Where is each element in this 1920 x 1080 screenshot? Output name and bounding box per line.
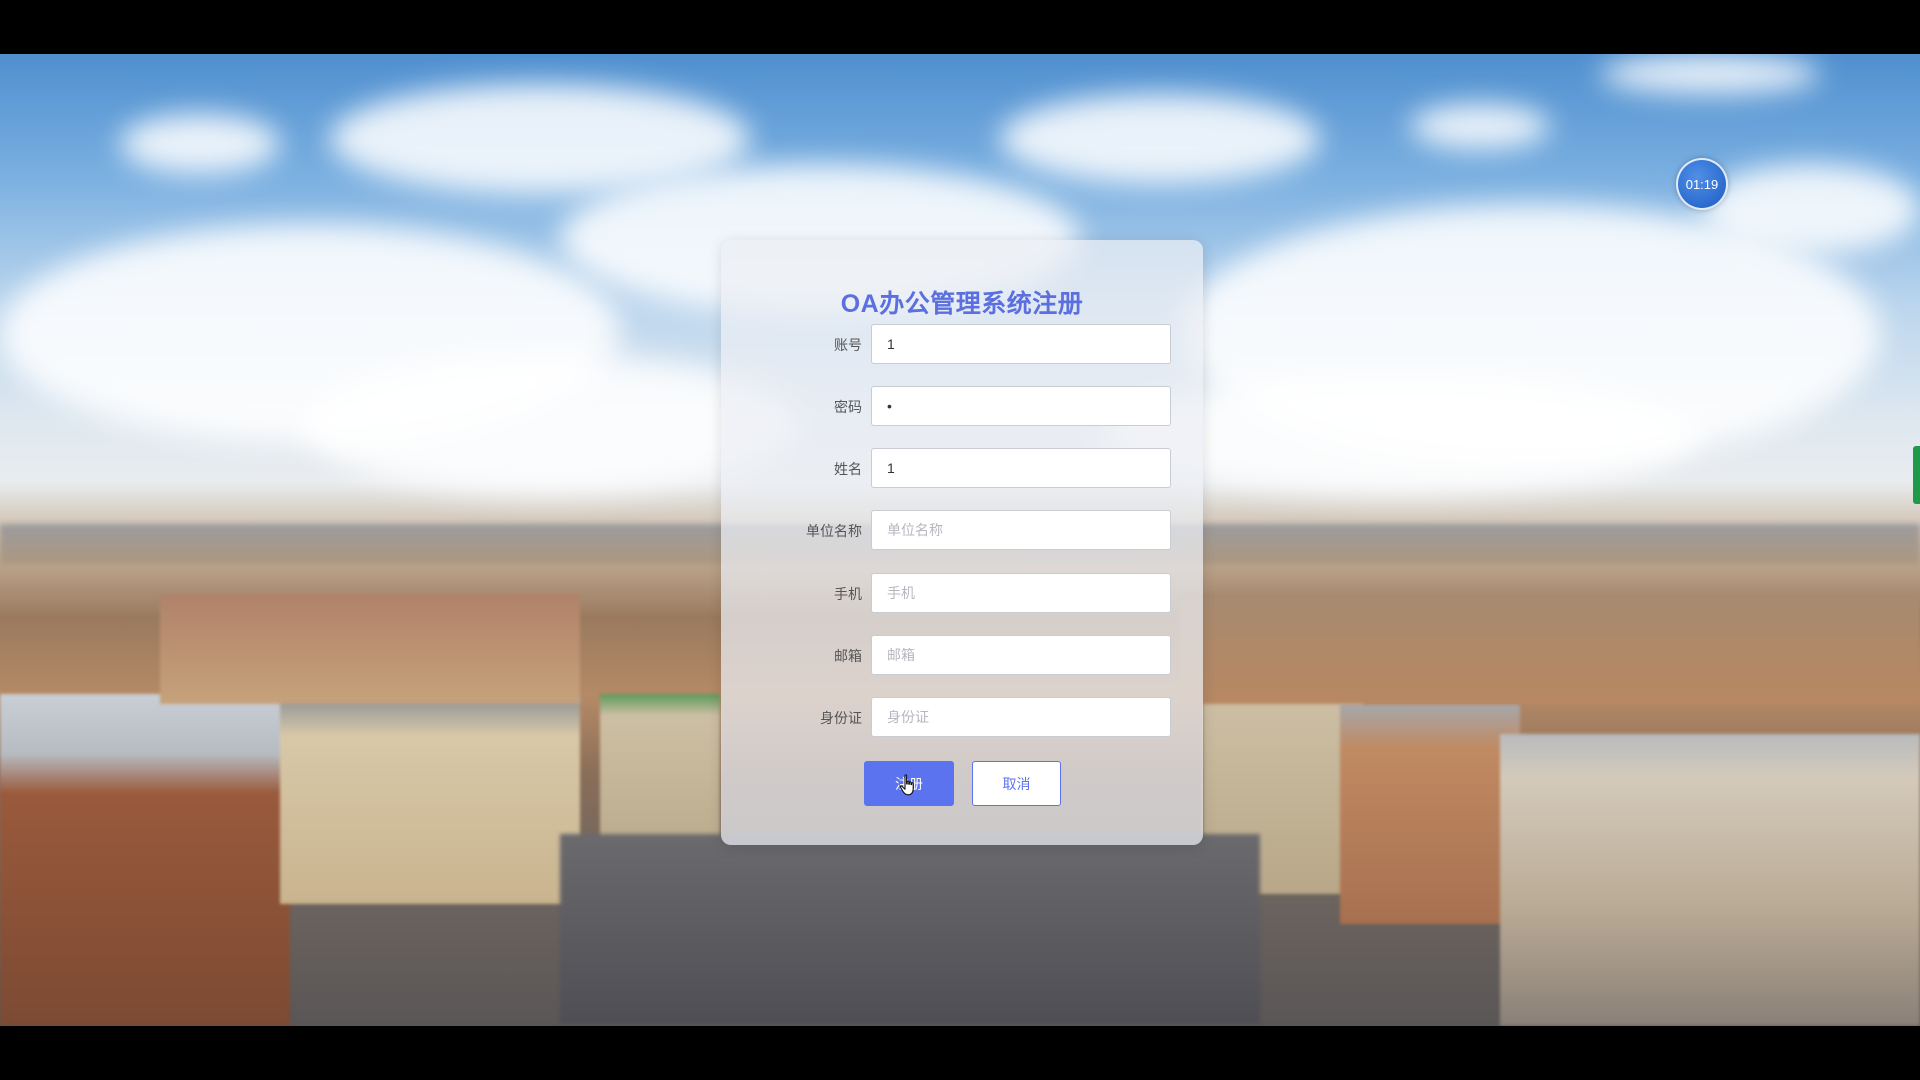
building [1500,734,1920,1026]
building [160,594,580,704]
account-label: 账号 [834,337,862,353]
cloud [1000,94,1320,184]
letterbox-top [0,0,1920,54]
video-timer-badge[interactable]: 01:19 [1676,158,1728,210]
organization-label: 单位名称 [806,523,862,539]
password-input[interactable] [871,386,1171,426]
account-input[interactable] [871,324,1171,364]
building [1340,704,1520,924]
page-title: OA办公管理系统注册 [840,290,1084,318]
building [1180,594,1920,704]
building [0,694,290,1026]
register-panel: OA办公管理系统注册 账号 密码 姓名 单位名称 手机 邮箱 身份证 注册 取消 [721,240,1203,845]
name-input[interactable] [871,448,1171,488]
hand-pointer-icon [899,774,914,796]
form-row-email: 邮箱 [721,635,1203,677]
email-label: 邮箱 [834,648,862,664]
form-row-password: 密码 [721,386,1203,428]
id-card-input[interactable] [871,697,1171,737]
email-input[interactable] [871,635,1171,675]
form-row-name: 姓名 [721,448,1203,490]
name-label: 姓名 [834,461,862,477]
cloud [1410,104,1550,149]
letterbox-bottom [0,1026,1920,1080]
form-row-phone: 手机 [721,573,1203,615]
cloud [1600,54,1820,94]
cancel-button[interactable]: 取消 [972,761,1061,806]
cloud [120,114,280,174]
organization-input[interactable] [871,510,1171,550]
plaza [560,834,1260,1024]
form-row-organization: 单位名称 [721,510,1203,552]
password-label: 密码 [834,399,862,415]
phone-label: 手机 [834,586,862,602]
id-card-label: 身份证 [820,710,862,726]
side-edge-tab[interactable] [1913,446,1920,504]
form-row-id-card: 身份证 [721,697,1203,739]
building [280,694,580,904]
phone-input[interactable] [871,573,1171,613]
form-row-account: 账号 [721,324,1203,366]
